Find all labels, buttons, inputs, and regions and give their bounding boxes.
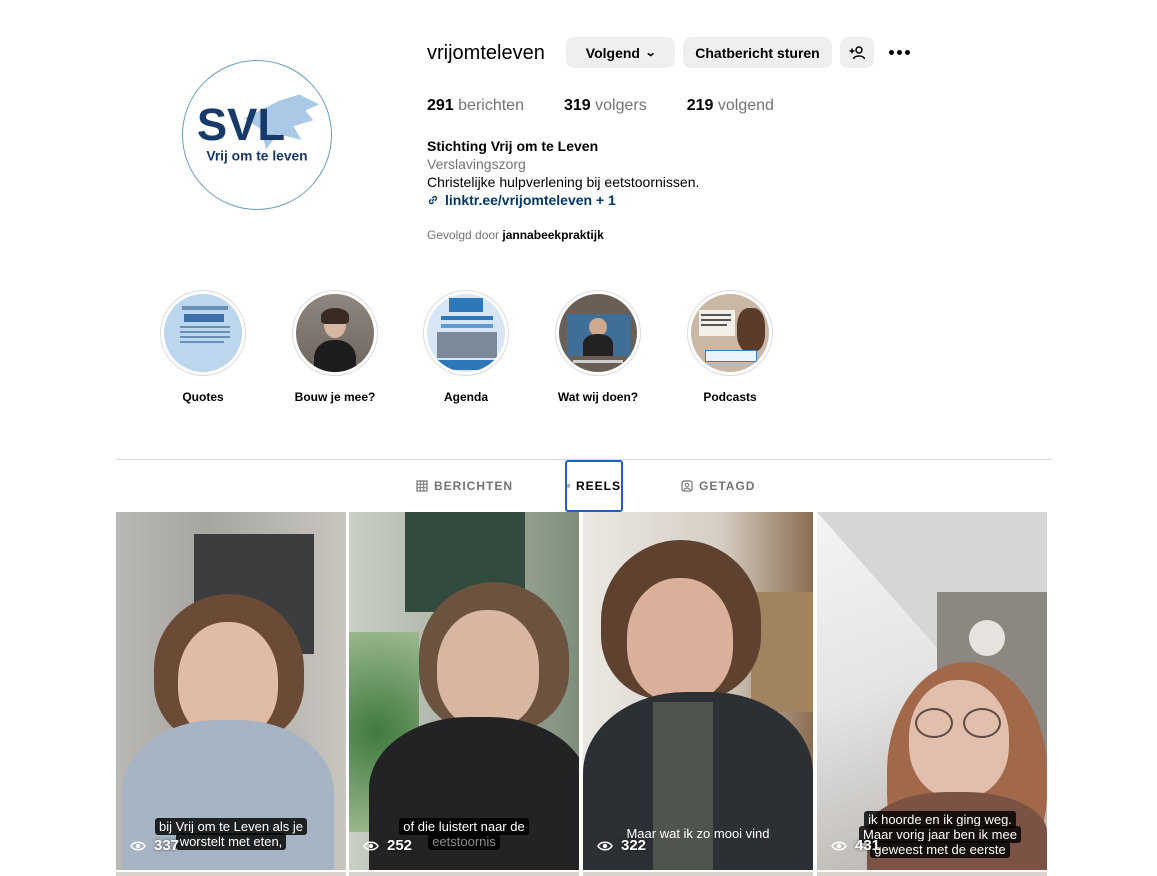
- reel-view-count: 337: [130, 837, 179, 854]
- reel-row-preview: [116, 872, 346, 876]
- reel-item[interactable]: Maar wat ik zo mooi vind 322: [583, 512, 813, 870]
- svl-logo-icon: SVL Vrij om te leven: [197, 94, 320, 164]
- reel-view-count: 252: [363, 837, 412, 854]
- grid-icon: [416, 480, 428, 492]
- profile-bio-text: Christelijke hulpverlening bij eetstoorn…: [427, 174, 700, 190]
- reel-row-preview: [349, 872, 579, 876]
- profile-bio: Stichting Vrij om te Leven Verslavingszo…: [427, 137, 699, 209]
- highlight-cover-wat: [559, 294, 637, 372]
- logo-tagline: Vrij om te leven: [206, 148, 307, 164]
- highlight-cover-podcasts: [691, 294, 769, 372]
- reel-row-preview: [817, 872, 1047, 876]
- profile-avatar[interactable]: SVL Vrij om te leven: [182, 60, 332, 210]
- suggest-user-button[interactable]: [840, 37, 874, 68]
- reels-icon: [567, 484, 570, 488]
- add-user-icon: [849, 45, 865, 59]
- highlight-quotes[interactable]: Quotes: [148, 290, 258, 404]
- glasses-left: [915, 708, 953, 738]
- following-button-label: Volgend: [585, 44, 640, 61]
- chevron-down-icon: ⌄: [644, 47, 657, 59]
- send-message-button[interactable]: Chatbericht sturen: [683, 37, 832, 68]
- reel-view-count: 322: [597, 837, 646, 854]
- tagged-user-icon: [681, 480, 693, 492]
- highlight-cover-bouw: [296, 294, 374, 372]
- reel-item[interactable]: bij Vrij om te Leven als je worstelt met…: [116, 512, 346, 870]
- glasses-right: [963, 708, 1001, 738]
- highlight-label: Agenda: [443, 390, 488, 404]
- highlight-bouw-je-mee[interactable]: Bouw je mee?: [280, 290, 390, 404]
- highlight-cover-agenda: [427, 294, 505, 372]
- profile-category: Verslavingszorg: [427, 156, 526, 172]
- reel-item[interactable]: of die luistert naar de eetstoornis 252: [349, 512, 579, 870]
- wall-logo-icon: [969, 620, 1005, 656]
- profile-username: vrijomteleven: [427, 42, 545, 64]
- tab-posts[interactable]: BERICHTEN: [416, 460, 513, 512]
- highlight-label: Wat wij doen?: [557, 390, 639, 404]
- tab-tagged[interactable]: GETAGD: [681, 460, 755, 512]
- eye-icon: [130, 841, 146, 850]
- highlight-podcasts[interactable]: Podcasts: [675, 290, 785, 404]
- profile-stats: 291 berichten 319 volgers 219 volgend: [427, 97, 814, 115]
- posts-stat[interactable]: 291 berichten: [427, 97, 524, 115]
- eye-icon: [363, 841, 379, 850]
- following-stat[interactable]: 219 volgend: [687, 97, 774, 115]
- eye-icon: [831, 841, 847, 850]
- link-icon: [428, 195, 438, 205]
- followers-stat[interactable]: 319 volgers: [564, 97, 647, 115]
- reel-row-preview: [583, 872, 813, 876]
- eye-icon: [597, 841, 613, 850]
- reel-view-count: 431: [831, 837, 880, 854]
- more-dots-icon: [888, 49, 894, 55]
- highlight-label: Podcasts: [703, 390, 757, 404]
- highlight-wat-wij-doen[interactable]: Wat wij doen?: [543, 290, 653, 404]
- tab-reels[interactable]: REELS: [565, 460, 623, 512]
- profile-full-name: Stichting Vrij om te Leven: [427, 138, 599, 154]
- highlight-agenda[interactable]: Agenda: [411, 290, 521, 404]
- highlight-cover-quotes: [164, 294, 242, 372]
- logo-letters: SVL: [197, 99, 285, 150]
- highlight-label: Bouw je mee?: [294, 390, 376, 404]
- following-button[interactable]: Volgend ⌄: [566, 37, 675, 68]
- reel-item[interactable]: ik hoorde en ik ging weg. Maar vorig jaa…: [817, 512, 1047, 870]
- profile-link[interactable]: linktr.ee/vrijomteleven + 1: [427, 191, 699, 209]
- followed-by[interactable]: Gevolgd door jannabeekpraktijk: [427, 228, 604, 242]
- more-options-button[interactable]: [884, 41, 914, 63]
- highlight-label: Quotes: [182, 390, 224, 404]
